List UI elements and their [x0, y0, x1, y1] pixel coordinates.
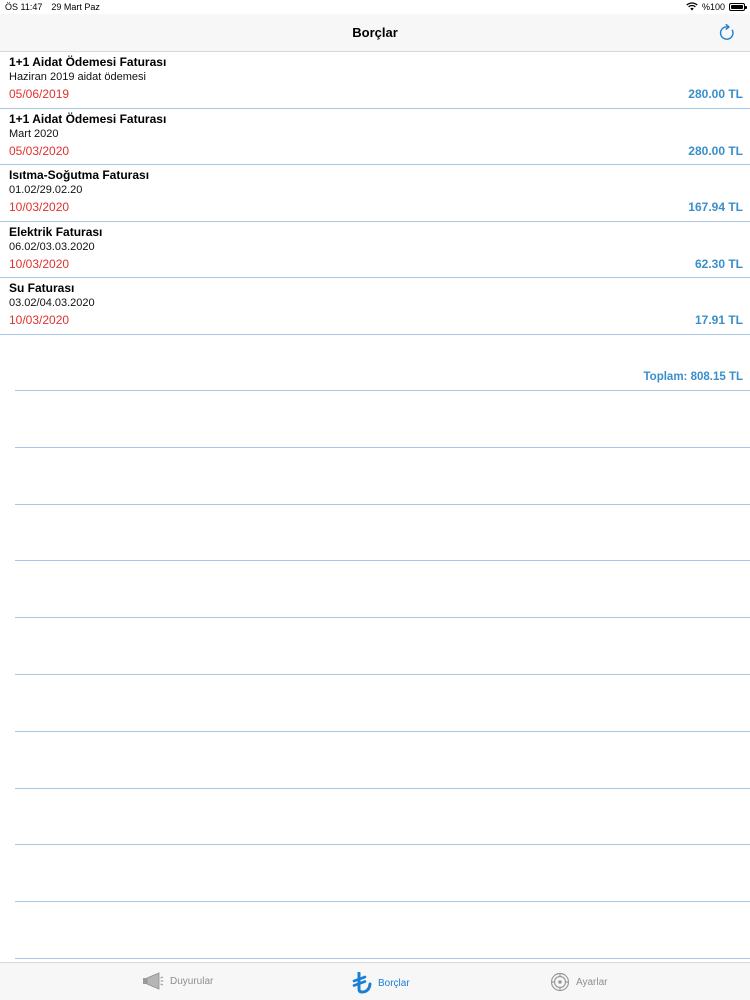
empty-row — [15, 561, 750, 619]
megaphone-icon — [142, 972, 164, 990]
status-date: 29 Mart Paz — [51, 2, 100, 12]
bill-row[interactable]: 1+1 Aidat Ödemesi Faturası Haziran 2019 … — [0, 52, 750, 109]
total-amount: Toplam: 808.15 TL — [643, 370, 743, 383]
wifi-icon — [686, 1, 698, 13]
bill-title: 1+1 Aidat Ödemesi Faturası — [9, 111, 167, 126]
tab-label: Borçlar — [378, 977, 410, 989]
empty-row — [15, 505, 750, 562]
bill-due-date: 10/03/2020 — [9, 313, 70, 327]
battery-percent: %100 — [701, 2, 725, 12]
bill-title: Elektrik Faturası — [9, 224, 103, 239]
page-title: Borçlar — [352, 25, 398, 40]
navigation-bar: Borçlar — [0, 14, 750, 52]
tab-ayarlar[interactable]: Ayarlar — [550, 972, 608, 992]
bill-subtitle: Mart 2020 — [9, 127, 59, 140]
bill-row[interactable]: Elektrik Faturası 06.02/03.03.2020 10/03… — [0, 222, 750, 278]
tab-duyurular[interactable]: Duyurular — [142, 972, 213, 990]
tab-label: Duyurular — [170, 975, 214, 987]
empty-row — [15, 902, 750, 959]
bill-due-date: 05/06/2019 — [9, 87, 70, 101]
bill-subtitle: Haziran 2019 aidat ödemesi — [9, 71, 146, 83]
bill-title: Su Faturası — [9, 281, 75, 295]
bill-due-date: 10/03/2020 — [9, 200, 70, 214]
bill-amount: 280.00 TL — [688, 143, 743, 158]
refresh-icon[interactable] — [718, 23, 736, 42]
bill-subtitle: 06.02/03.03.2020 — [9, 240, 95, 253]
bill-amount: 167.94 TL — [688, 200, 743, 214]
tab-borclar[interactable]: Borçlar — [352, 972, 410, 994]
empty-row — [15, 845, 750, 903]
battery-icon — [729, 3, 747, 11]
bill-due-date: 10/03/2020 — [9, 256, 70, 271]
status-bar: ÖS 11:47 29 Mart Paz %100 — [0, 0, 750, 14]
empty-row — [15, 618, 750, 675]
gear-icon — [550, 972, 570, 992]
empty-row — [15, 675, 750, 732]
bill-row[interactable]: Isıtma-Soğutma Faturası 01.02/29.02.20 1… — [0, 165, 750, 222]
tab-bar: Duyurular Borçlar Ayarlar — [0, 962, 750, 1000]
empty-row — [15, 448, 750, 505]
empty-row — [15, 732, 750, 789]
bill-subtitle: 03.02/04.03.2020 — [9, 297, 95, 309]
bill-subtitle: 01.02/29.02.20 — [9, 184, 83, 196]
bill-amount: 62.30 TL — [694, 256, 743, 271]
empty-row — [15, 789, 750, 846]
status-time: ÖS 11:47 — [5, 2, 43, 12]
empty-row — [15, 391, 750, 448]
lira-icon — [352, 972, 372, 994]
bill-amount: 17.91 TL — [694, 313, 743, 327]
bill-title: 1+1 Aidat Ödemesi Faturası — [9, 55, 167, 69]
tab-label: Ayarlar — [576, 976, 608, 988]
bill-amount: 280.00 TL — [688, 87, 743, 101]
bills-list: 1+1 Aidat Ödemesi Faturası Haziran 2019 … — [0, 52, 750, 959]
bill-row[interactable]: 1+1 Aidat Ödemesi Faturası Mart 2020 05/… — [0, 109, 750, 165]
bill-due-date: 05/03/2020 — [9, 143, 70, 158]
total-row: Toplam: 808.15 TL — [15, 335, 750, 391]
bill-row[interactable]: Su Faturası 03.02/04.03.2020 10/03/2020 … — [0, 278, 750, 335]
bill-title: Isıtma-Soğutma Faturası — [9, 168, 150, 182]
